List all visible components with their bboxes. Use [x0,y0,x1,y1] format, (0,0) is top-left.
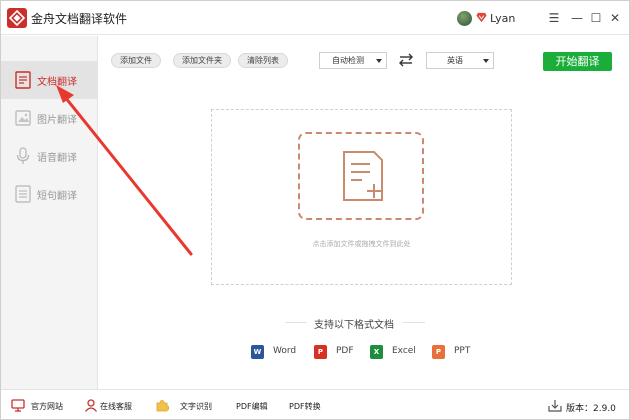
add-document-icon [343,151,383,201]
online-support-link[interactable]: 在线客服 [84,399,144,413]
version-info: 版本：2.9.0 [548,399,616,414]
bottom-link-label: 文字识别 [180,402,212,411]
puzzle-icon [156,400,169,412]
close-button[interactable]: ✕ [607,10,623,26]
ocr-link[interactable]: 文字识别 [155,399,217,413]
format-label: Excel [392,346,416,356]
word-icon: W [251,345,264,359]
image-icon [15,110,31,126]
vip-badge-icon [476,12,487,23]
drop-hint-text: 点击添加文件或拖拽文件到此处 [312,240,411,248]
bottom-link-label: PDF编辑 [236,402,268,411]
app-logo-icon [7,8,27,28]
sidebar-item-label: 图片翻译 [37,115,77,126]
bottom-link-label: 官方网站 [31,402,63,411]
target-language-value: 英语 [447,56,463,65]
format-label: Word [273,346,297,356]
user-icon [84,399,98,412]
sidebar-item-label: 短句翻译 [37,191,77,202]
sidebar-item-image-translate[interactable]: 图片翻译 [1,99,97,137]
source-language-select[interactable]: 自动检测 [319,52,387,69]
text-icon [15,185,31,203]
bottom-link-label: PDF转换 [289,402,321,411]
add-file-button[interactable]: 添加文件 [111,53,161,68]
bottom-bar: 官方网站 在线客服 文字识别 PDF编辑 PDF转换 版本：2.9.0 [1,389,629,419]
divider [285,322,307,323]
pdf-convert-link[interactable]: PDF转换 [289,399,325,413]
sidebar-item-label: 语音翻译 [37,153,77,164]
format-label: PPT [454,346,471,356]
add-file-box[interactable] [298,132,424,220]
microphone-icon [16,147,30,164]
download-icon [548,400,562,412]
add-folder-button[interactable]: 添加文件夹 [173,53,231,68]
app-title: 金舟文档翻译软件 [31,12,128,26]
minimize-button[interactable]: — [569,10,585,26]
version-label: 版本：2.9.0 [566,404,616,414]
sidebar: 文档翻译 图片翻译 语音翻译 短句翻译 [1,36,98,389]
maximize-button[interactable]: ☐ [588,10,604,26]
pdf-icon: P [314,345,327,359]
divider [403,322,425,323]
swap-languages-icon[interactable] [398,52,414,68]
excel-icon: X [370,345,383,359]
app-window: 金舟文档翻译软件 Lyan ☰ — ☐ ✕ 文档翻译 图片翻译 语音翻译 短句翻… [0,0,630,420]
menu-icon[interactable]: ☰ [546,10,562,26]
chevron-down-icon [376,59,382,63]
start-translate-button[interactable]: 开始翻译 [543,52,612,71]
format-label: PDF [336,346,354,356]
chevron-down-icon [483,59,489,63]
ppt-icon: P [432,345,445,359]
title-bar: 金舟文档翻译软件 Lyan ☰ — ☐ ✕ [1,1,629,35]
formats-title: 支持以下格式文档 [314,320,394,331]
sidebar-item-label: 文档翻译 [37,77,77,88]
clear-list-button[interactable]: 清除列表 [238,53,288,68]
sidebar-item-voice-translate[interactable]: 语音翻译 [1,137,97,175]
official-website-link[interactable]: 官方网站 [11,399,71,413]
sidebar-item-document-translate[interactable]: 文档翻译 [1,61,97,99]
source-language-value: 自动检测 [332,56,364,65]
username[interactable]: Lyan [490,12,515,25]
monitor-icon [11,399,25,412]
bottom-link-label: 在线客服 [100,402,132,411]
avatar[interactable] [457,11,472,26]
document-icon [15,71,31,89]
pdf-edit-link[interactable]: PDF编辑 [236,399,272,413]
sidebar-item-sentence-translate[interactable]: 短句翻译 [1,175,97,213]
target-language-select[interactable]: 英语 [426,52,494,69]
